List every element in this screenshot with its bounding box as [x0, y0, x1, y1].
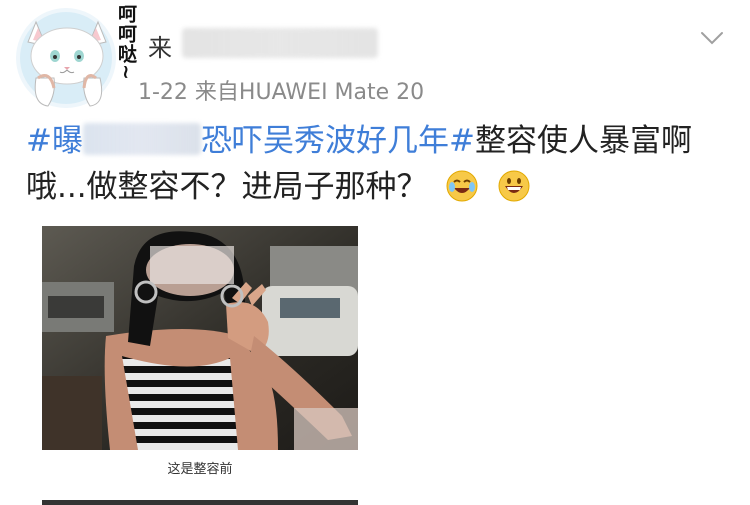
- post-body: #曝 恐吓吴秀波好几年#整容使人暴富啊 哦...做整容不？进局子那种？: [26, 118, 726, 210]
- post-photo[interactable]: [42, 226, 358, 450]
- post-image-card[interactable]: 这是整容前: [28, 218, 359, 505]
- photo-caption: 这是整容前: [167, 462, 233, 477]
- avatar[interactable]: [14, 4, 126, 108]
- post-meta: 1-22 来自HUAWEI Mate 20: [138, 80, 425, 105]
- username-blur: [182, 28, 378, 58]
- hashtag-link[interactable]: #曝: [26, 123, 83, 159]
- next-photo-edge: [42, 500, 358, 505]
- grinning-emoji-icon: [497, 169, 531, 203]
- post-text-line-2: 哦...做整容不？进局子那种？: [26, 169, 428, 205]
- post-text-line-1: 整容使人暴富啊: [474, 123, 692, 159]
- avatar-caption: 呵呵哒~: [115, 4, 137, 81]
- hashtag-blur: [82, 123, 201, 155]
- hashtag-link[interactable]: 恐吓吴秀波好几年#: [201, 123, 475, 159]
- username[interactable]: 来: [148, 28, 172, 63]
- chevron-down-icon[interactable]: [700, 30, 724, 46]
- laughing-crying-emoji-icon: [445, 169, 479, 203]
